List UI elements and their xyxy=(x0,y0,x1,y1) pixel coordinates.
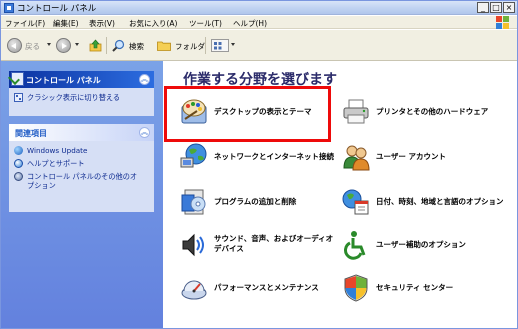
help-and-support-link[interactable]: ヘルプとサポート xyxy=(13,159,150,168)
accessibility-label: ユーザー補助のオプション xyxy=(376,240,466,249)
sound-speech-icon xyxy=(179,230,209,260)
toolbar-separator xyxy=(106,37,107,54)
security-shield-icon xyxy=(341,273,371,303)
switch-to-classic-view-link[interactable]: クラシック表示に切り替える xyxy=(13,93,150,102)
other-control-panel-options-link[interactable]: コントロール パネルのその他のオ プション xyxy=(13,172,150,190)
windows-update-link[interactable]: Windows Update xyxy=(13,146,150,155)
other-options-label-line1: コントロール パネルのその他のオ xyxy=(27,172,138,181)
windows-logo-icon xyxy=(495,16,511,30)
sounds-speech-label-line1: サウンド、音声、およびオーディオ xyxy=(214,234,334,243)
folders-icon[interactable] xyxy=(157,40,171,51)
control-panel-window: コントロール パネル _ □ × ファイル(F) 編集(E) 表示(V) お気に… xyxy=(0,0,518,329)
control-panel-panel-body: クラシック表示に切り替える xyxy=(9,88,154,111)
user-accounts-label: ユーザー アカウント xyxy=(376,152,446,161)
add-remove-programs-icon xyxy=(179,187,209,217)
back-dropdown-caret-icon[interactable] xyxy=(47,43,51,46)
toolbar: 戻る 検索 フォルダ xyxy=(1,30,517,61)
forward-dropdown-caret-icon[interactable] xyxy=(75,43,79,46)
category-network-internet[interactable]: ネットワークとインターネット接続 xyxy=(179,142,339,172)
help-and-support-label: ヘルプとサポート xyxy=(27,159,85,168)
category-user-accounts[interactable]: ユーザー アカウント xyxy=(341,142,491,172)
menu-file[interactable]: ファイル(F) xyxy=(5,18,45,29)
menu-bar: ファイル(F) 編集(E) 表示(V) お気に入り(A) ツール(T) ヘルプ(… xyxy=(1,16,517,29)
help-question-icon xyxy=(14,159,23,168)
other-options-label-line2: プション xyxy=(27,181,56,190)
user-accounts-icon xyxy=(341,142,371,172)
collapse-chevron-icon[interactable]: ︽ xyxy=(139,74,150,85)
menu-tools[interactable]: ツール(T) xyxy=(189,18,222,29)
related-topics-title: 関連項目 xyxy=(15,129,47,138)
back-arrow-icon[interactable] xyxy=(7,38,22,53)
related-topics-panel: 関連項目 ︽ Windows Update ヘルプとサポート コントロール パネ… xyxy=(9,124,154,212)
accessibility-icon xyxy=(341,230,371,260)
printers-hardware-label: プリンタとその他のハードウェア xyxy=(376,107,489,116)
views-dropdown-caret-icon[interactable] xyxy=(231,43,235,46)
classic-view-icon xyxy=(14,93,23,102)
security-center-label: セキュリティ センター xyxy=(376,283,454,292)
control-panel-panel-title: コントロール パネル xyxy=(26,76,101,85)
performance-icon xyxy=(179,273,209,303)
network-globe-icon xyxy=(179,142,209,172)
sounds-speech-label-line2: デバイス xyxy=(214,244,244,253)
performance-maintenance-label: パフォーマンスとメンテナンス xyxy=(214,283,319,292)
category-security-center[interactable]: セキュリティ センター xyxy=(341,273,491,303)
back-button-label[interactable]: 戻る xyxy=(25,41,40,52)
windows-update-globe-icon xyxy=(14,146,23,155)
views-grid-icon[interactable] xyxy=(211,39,229,52)
category-add-remove-programs[interactable]: プログラムの追加と削除 xyxy=(179,187,339,217)
related-topics-header[interactable]: 関連項目 ︽ xyxy=(9,124,154,141)
options-gear-icon xyxy=(14,172,23,181)
window-title: コントロール パネル xyxy=(17,4,97,14)
date-time-region-label: 日付、時刻、地域と言語のオプション xyxy=(376,197,504,206)
collapse-chevron-icon[interactable]: ︽ xyxy=(139,127,150,138)
printer-icon xyxy=(341,97,371,127)
control-panel-check-icon xyxy=(11,72,24,86)
category-performance-maintenance[interactable]: パフォーマンスとメンテナンス xyxy=(179,273,339,303)
switch-to-classic-view-label: クラシック表示に切り替える xyxy=(27,93,121,102)
category-date-time-region[interactable]: 日付、時刻、地域と言語のオプション xyxy=(341,187,517,217)
date-time-globe-icon xyxy=(341,187,371,217)
category-printers-hardware[interactable]: プリンタとその他のハードウェア xyxy=(341,97,511,127)
menu-help[interactable]: ヘルプ(H) xyxy=(233,18,267,29)
network-internet-label: ネットワークとインターネット接続 xyxy=(214,152,334,161)
title-bar[interactable]: コントロール パネル _ □ × xyxy=(1,1,517,15)
menu-favorites[interactable]: お気に入り(A) xyxy=(129,18,177,29)
add-remove-programs-label: プログラムの追加と削除 xyxy=(214,197,297,206)
folders-button-label[interactable]: フォルダ xyxy=(175,41,205,52)
highlight-annotation-box xyxy=(164,86,331,142)
task-pane: コントロール パネル ︽ クラシック表示に切り替える 関連項目 ︽ Window… xyxy=(1,61,163,328)
window-controls: _ □ × xyxy=(477,2,515,13)
category-sounds-speech-audio[interactable]: サウンド、音声、およびオーディオ デバイス xyxy=(179,230,339,262)
minimize-button[interactable]: _ xyxy=(477,2,489,13)
related-topics-body: Windows Update ヘルプとサポート コントロール パネルのその他のオ… xyxy=(9,141,154,199)
search-icon[interactable] xyxy=(112,39,125,52)
category-accessibility[interactable]: ユーザー補助のオプション xyxy=(341,230,491,260)
windows-update-label: Windows Update xyxy=(27,146,88,155)
control-panel-title-icon xyxy=(4,3,14,13)
menu-edit[interactable]: 編集(E) xyxy=(53,18,79,29)
control-panel-task-panel: コントロール パネル ︽ クラシック表示に切り替える xyxy=(9,71,154,116)
control-panel-panel-header[interactable]: コントロール パネル ︽ xyxy=(9,71,154,88)
menu-view[interactable]: 表示(V) xyxy=(89,18,115,29)
maximize-button[interactable]: □ xyxy=(490,2,502,13)
forward-arrow-icon[interactable] xyxy=(56,38,71,53)
toolbar-separator xyxy=(205,37,206,54)
close-button[interactable]: × xyxy=(503,2,515,13)
search-button-label[interactable]: 検索 xyxy=(129,41,144,52)
folder-up-icon[interactable] xyxy=(89,39,102,52)
